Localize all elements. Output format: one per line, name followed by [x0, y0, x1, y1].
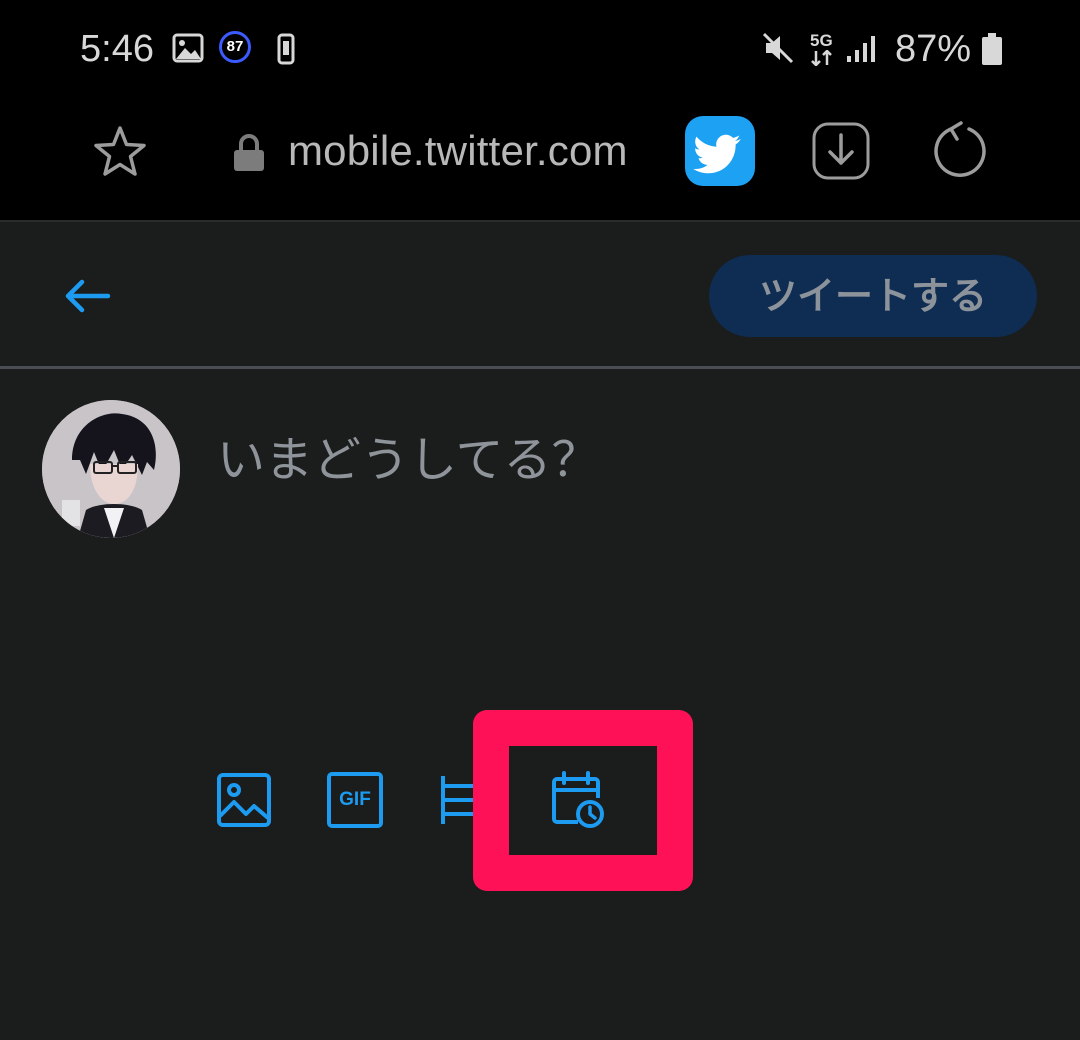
- data-arrows-icon: [811, 50, 832, 66]
- schedule-icon[interactable]: [550, 770, 606, 830]
- poll-icon[interactable]: [438, 772, 478, 828]
- header-divider: [0, 366, 1080, 369]
- phone-vibrate-icon: [277, 33, 295, 65]
- status-bar: 5:46 87 5G 87%: [0, 0, 1080, 100]
- back-arrow-icon[interactable]: [62, 276, 112, 316]
- compose-input[interactable]: [217, 432, 1037, 488]
- gif-button[interactable]: GIF: [327, 772, 383, 828]
- refresh-icon[interactable]: [930, 120, 990, 180]
- network-type: 5G: [810, 31, 833, 50]
- status-time: 5:46: [80, 28, 154, 70]
- mute-icon: [762, 32, 794, 64]
- url-text[interactable]: mobile.twitter.com: [288, 127, 628, 175]
- battery-icon: [982, 33, 1002, 65]
- battery-percent: 87%: [895, 28, 972, 70]
- twitter-app-button[interactable]: [685, 116, 755, 186]
- gif-label: GIF: [339, 789, 371, 810]
- lock-icon: [234, 134, 264, 171]
- avatar[interactable]: [42, 400, 180, 538]
- notification-badge: 87: [219, 31, 251, 63]
- download-icon[interactable]: [812, 122, 870, 180]
- image-icon[interactable]: [216, 772, 272, 828]
- twitter-bird-icon: [693, 134, 741, 174]
- image-icon: [172, 33, 204, 63]
- tweet-button[interactable]: ツイートする: [709, 255, 1037, 337]
- signal-icon: [847, 36, 875, 62]
- toolbar-divider: [0, 220, 1080, 222]
- avatar-illustration: [42, 400, 180, 538]
- star-icon[interactable]: [92, 124, 148, 180]
